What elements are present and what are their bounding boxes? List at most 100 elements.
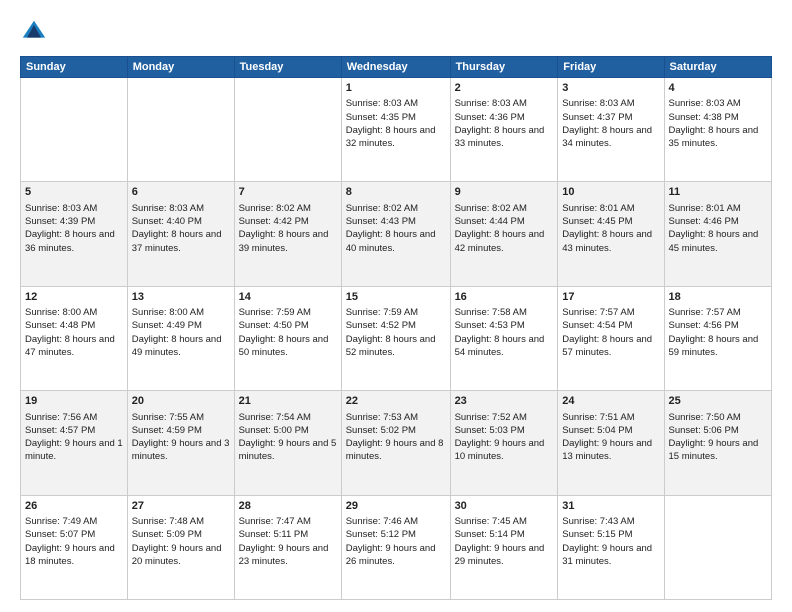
logo-icon [20, 18, 48, 46]
day-number: 31 [562, 499, 659, 514]
day-info: Daylight: 8 hours and 47 minutes. [25, 333, 123, 360]
day-info: Sunrise: 7:50 AM [669, 411, 768, 424]
day-info: Daylight: 8 hours and 54 minutes. [455, 333, 554, 360]
day-info: Daylight: 8 hours and 34 minutes. [562, 124, 659, 151]
day-info: Sunset: 5:15 PM [562, 528, 659, 541]
calendar-cell [234, 78, 341, 182]
day-info: Daylight: 8 hours and 43 minutes. [562, 228, 659, 255]
day-info: Daylight: 8 hours and 42 minutes. [455, 228, 554, 255]
day-info: Sunset: 5:09 PM [132, 528, 230, 541]
calendar-cell: 4Sunrise: 8:03 AMSunset: 4:38 PMDaylight… [664, 78, 772, 182]
calendar-cell: 1Sunrise: 8:03 AMSunset: 4:35 PMDaylight… [341, 78, 450, 182]
day-info: Daylight: 9 hours and 31 minutes. [562, 542, 659, 569]
day-info: Sunset: 4:40 PM [132, 215, 230, 228]
day-info: Sunrise: 8:03 AM [132, 202, 230, 215]
day-info: Daylight: 8 hours and 52 minutes. [346, 333, 446, 360]
day-info: Sunrise: 7:58 AM [455, 306, 554, 319]
calendar-cell: 3Sunrise: 8:03 AMSunset: 4:37 PMDaylight… [558, 78, 664, 182]
day-info: Sunset: 4:43 PM [346, 215, 446, 228]
day-info: Sunrise: 8:03 AM [346, 97, 446, 110]
calendar-week-row: 12Sunrise: 8:00 AMSunset: 4:48 PMDayligh… [21, 286, 772, 390]
day-info: Sunrise: 7:46 AM [346, 515, 446, 528]
calendar-cell: 29Sunrise: 7:46 AMSunset: 5:12 PMDayligh… [341, 495, 450, 599]
day-number: 24 [562, 394, 659, 409]
calendar-day-header: Sunday [21, 57, 128, 78]
day-info: Sunset: 4:44 PM [455, 215, 554, 228]
day-info: Sunset: 4:54 PM [562, 319, 659, 332]
day-info: Sunrise: 8:01 AM [669, 202, 768, 215]
day-info: Sunset: 4:49 PM [132, 319, 230, 332]
calendar-cell: 5Sunrise: 8:03 AMSunset: 4:39 PMDaylight… [21, 182, 128, 286]
day-info: Daylight: 9 hours and 20 minutes. [132, 542, 230, 569]
calendar-cell: 12Sunrise: 8:00 AMSunset: 4:48 PMDayligh… [21, 286, 128, 390]
day-number: 6 [132, 185, 230, 200]
page: SundayMondayTuesdayWednesdayThursdayFrid… [0, 0, 792, 612]
calendar-day-header: Monday [127, 57, 234, 78]
day-info: Sunset: 4:48 PM [25, 319, 123, 332]
day-info: Sunrise: 7:56 AM [25, 411, 123, 424]
calendar-header-row: SundayMondayTuesdayWednesdayThursdayFrid… [21, 57, 772, 78]
day-number: 26 [25, 499, 123, 514]
day-info: Sunset: 4:35 PM [346, 111, 446, 124]
day-info: Daylight: 9 hours and 23 minutes. [239, 542, 337, 569]
day-number: 23 [455, 394, 554, 409]
day-info: Sunrise: 7:53 AM [346, 411, 446, 424]
day-info: Daylight: 9 hours and 26 minutes. [346, 542, 446, 569]
day-info: Sunset: 4:46 PM [669, 215, 768, 228]
day-info: Daylight: 9 hours and 15 minutes. [669, 437, 768, 464]
day-info: Daylight: 9 hours and 10 minutes. [455, 437, 554, 464]
calendar-cell: 21Sunrise: 7:54 AMSunset: 5:00 PMDayligh… [234, 391, 341, 495]
day-number: 15 [346, 290, 446, 305]
day-number: 10 [562, 185, 659, 200]
day-number: 19 [25, 394, 123, 409]
day-number: 27 [132, 499, 230, 514]
calendar-cell: 2Sunrise: 8:03 AMSunset: 4:36 PMDaylight… [450, 78, 558, 182]
day-number: 2 [455, 81, 554, 96]
day-info: Sunrise: 7:43 AM [562, 515, 659, 528]
calendar-cell: 7Sunrise: 8:02 AMSunset: 4:42 PMDaylight… [234, 182, 341, 286]
day-info: Daylight: 8 hours and 32 minutes. [346, 124, 446, 151]
calendar-cell: 26Sunrise: 7:49 AMSunset: 5:07 PMDayligh… [21, 495, 128, 599]
calendar-cell [21, 78, 128, 182]
day-info: Sunset: 4:56 PM [669, 319, 768, 332]
day-info: Sunset: 5:04 PM [562, 424, 659, 437]
day-info: Sunrise: 8:02 AM [239, 202, 337, 215]
day-info: Daylight: 8 hours and 59 minutes. [669, 333, 768, 360]
day-info: Sunset: 4:53 PM [455, 319, 554, 332]
calendar-week-row: 26Sunrise: 7:49 AMSunset: 5:07 PMDayligh… [21, 495, 772, 599]
day-info: Daylight: 9 hours and 8 minutes. [346, 437, 446, 464]
logo [20, 18, 52, 46]
calendar-cell: 16Sunrise: 7:58 AMSunset: 4:53 PMDayligh… [450, 286, 558, 390]
day-info: Sunset: 5:11 PM [239, 528, 337, 541]
day-number: 14 [239, 290, 337, 305]
calendar-cell: 24Sunrise: 7:51 AMSunset: 5:04 PMDayligh… [558, 391, 664, 495]
header [20, 18, 772, 46]
day-number: 20 [132, 394, 230, 409]
day-info: Sunrise: 7:48 AM [132, 515, 230, 528]
day-info: Sunrise: 8:02 AM [455, 202, 554, 215]
day-info: Sunrise: 8:02 AM [346, 202, 446, 215]
day-number: 5 [25, 185, 123, 200]
day-info: Sunrise: 7:51 AM [562, 411, 659, 424]
day-info: Sunset: 5:06 PM [669, 424, 768, 437]
day-info: Daylight: 8 hours and 40 minutes. [346, 228, 446, 255]
day-info: Sunset: 4:39 PM [25, 215, 123, 228]
calendar-cell: 23Sunrise: 7:52 AMSunset: 5:03 PMDayligh… [450, 391, 558, 495]
day-info: Sunrise: 8:03 AM [562, 97, 659, 110]
day-info: Sunset: 5:02 PM [346, 424, 446, 437]
calendar-day-header: Friday [558, 57, 664, 78]
calendar-cell: 19Sunrise: 7:56 AMSunset: 4:57 PMDayligh… [21, 391, 128, 495]
calendar-day-header: Saturday [664, 57, 772, 78]
day-info: Sunset: 5:14 PM [455, 528, 554, 541]
calendar-cell [127, 78, 234, 182]
day-number: 9 [455, 185, 554, 200]
day-info: Daylight: 8 hours and 39 minutes. [239, 228, 337, 255]
day-number: 29 [346, 499, 446, 514]
day-number: 12 [25, 290, 123, 305]
day-info: Sunrise: 8:00 AM [25, 306, 123, 319]
day-info: Sunrise: 7:54 AM [239, 411, 337, 424]
calendar-cell: 31Sunrise: 7:43 AMSunset: 5:15 PMDayligh… [558, 495, 664, 599]
calendar-day-header: Thursday [450, 57, 558, 78]
day-number: 22 [346, 394, 446, 409]
day-info: Sunset: 5:07 PM [25, 528, 123, 541]
